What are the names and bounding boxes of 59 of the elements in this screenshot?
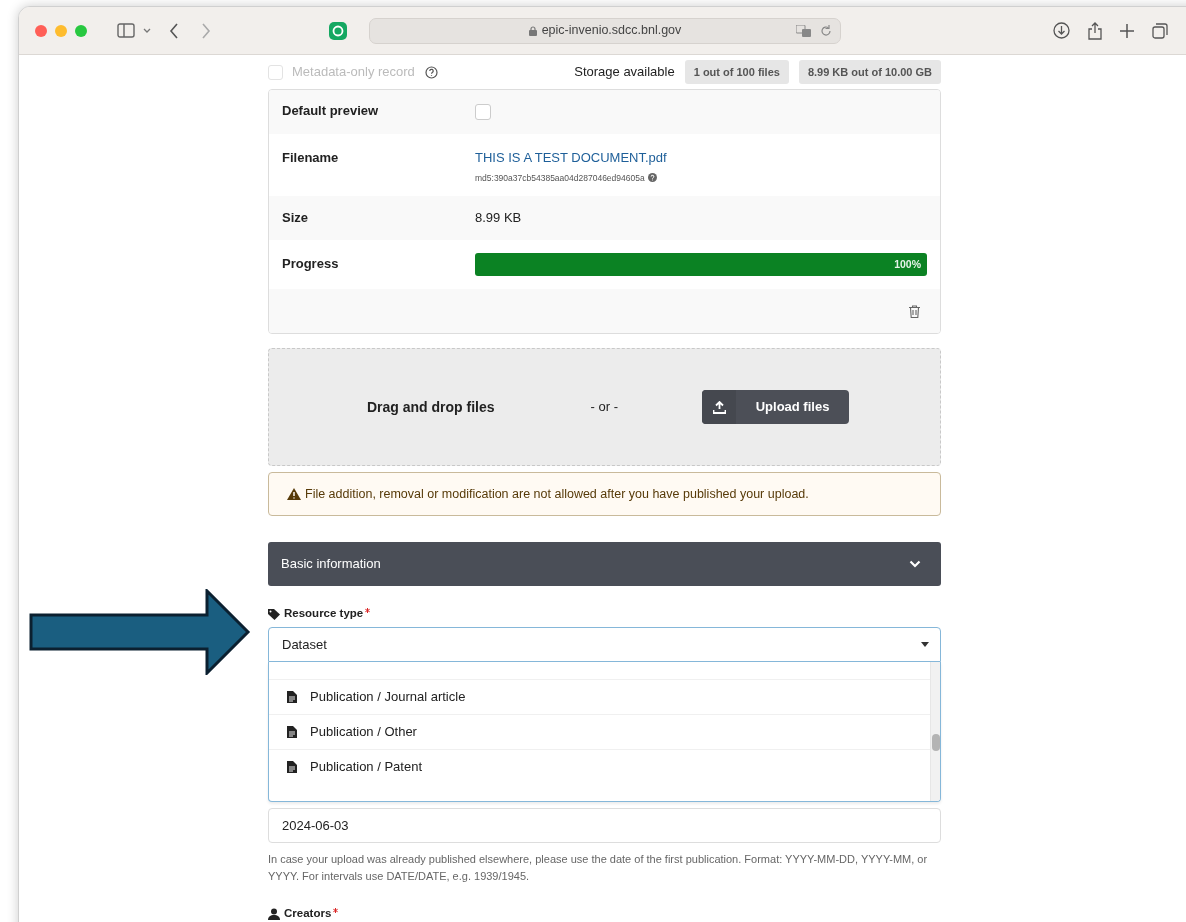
user-icon <box>268 908 280 920</box>
forward-icon[interactable] <box>201 22 211 39</box>
sidebar-icon[interactable] <box>117 23 135 38</box>
field-label: Resource type <box>284 606 364 622</box>
chevron-down-icon[interactable] <box>143 27 151 34</box>
document-icon <box>287 761 297 773</box>
trash-icon[interactable] <box>909 304 920 318</box>
zoom-window-button[interactable] <box>75 24 87 37</box>
row-label: Default preview <box>282 102 380 121</box>
scrollbar[interactable] <box>930 662 940 801</box>
tabs-overview-icon[interactable] <box>1152 22 1168 39</box>
reload-icon[interactable] <box>820 24 832 37</box>
address-bar[interactable]: epic-invenio.sdcc.bnl.gov <box>369 17 841 44</box>
section-title: Basic information <box>281 555 381 574</box>
help-icon[interactable] <box>424 65 438 79</box>
resource-type-dropdown[interactable]: Dataset <box>268 627 941 662</box>
help-text: In case your upload was already published elsewhere, please use the date of the first publication. Format: YYYY-MM-DD, YYYY-MM, or YYYY. For intervals use DATE/DATE, e.g. 1939/1945. <box>268 852 929 884</box>
or-separator: - or - <box>590 398 619 417</box>
scrollbar-thumb[interactable] <box>932 734 940 751</box>
url-text: epic-invenio.sdcc.bnl.gov <box>541 22 682 40</box>
row-label: Progress <box>282 255 340 273</box>
tag-icon <box>268 608 280 620</box>
lock-icon <box>528 25 537 36</box>
row-label: Filename <box>282 149 340 167</box>
translate-icon[interactable] <box>796 24 812 37</box>
download-icon[interactable] <box>1053 22 1070 39</box>
upload-icon <box>712 400 726 414</box>
checksum-text: md5:390a37cb54385aa04d287046ed94605a <box>475 171 645 185</box>
drop-zone[interactable]: Drag and drop files - or - Upload files <box>268 348 941 466</box>
default-preview-checkbox[interactable] <box>475 104 491 120</box>
storage-size-badge: 8.99 KB out of 10.00 GB <box>798 59 941 85</box>
row-label: Size <box>282 209 309 228</box>
storage-label: Storage available <box>574 63 675 82</box>
basic-information-header[interactable]: Basic information <box>268 542 941 586</box>
share-icon[interactable] <box>1088 21 1102 40</box>
progress-percent: 100% <box>894 256 921 272</box>
document-icon <box>287 726 297 738</box>
close-window-button[interactable] <box>35 24 47 37</box>
extension-icon[interactable] <box>329 21 347 40</box>
dropdown-option[interactable]: Publication / Other <box>269 714 930 749</box>
upload-files-button[interactable]: Upload files <box>702 390 850 424</box>
file-size-text: 8.99 KB <box>475 209 522 228</box>
field-label: Creators <box>284 906 332 922</box>
back-icon[interactable] <box>169 22 179 39</box>
filename-link[interactable]: THIS IS A TEST DOCUMENT.pdf <box>475 148 667 168</box>
help-icon[interactable] <box>647 173 657 183</box>
plus-icon[interactable] <box>1120 23 1134 38</box>
warning-icon <box>287 488 301 500</box>
document-icon <box>287 691 297 703</box>
metadata-only-label: Metadata-only record <box>292 63 415 82</box>
chevron-down-icon <box>909 560 921 568</box>
date-field[interactable]: 2024-06-03 <box>268 808 941 843</box>
warning-text: File addition, removal or modification are not allowed after you have published your upload. <box>305 485 809 503</box>
dropdown-option[interactable]: Publication / Patent <box>269 749 930 784</box>
dropdown-option[interactable]: Publication / Journal article <box>269 679 930 714</box>
files-count-badge: 1 out of 100 files <box>684 59 789 85</box>
selected-value: Dataset <box>282 635 327 654</box>
drag-and-drop-text: Drag and drop files <box>367 397 495 417</box>
caret-icon <box>921 642 929 647</box>
